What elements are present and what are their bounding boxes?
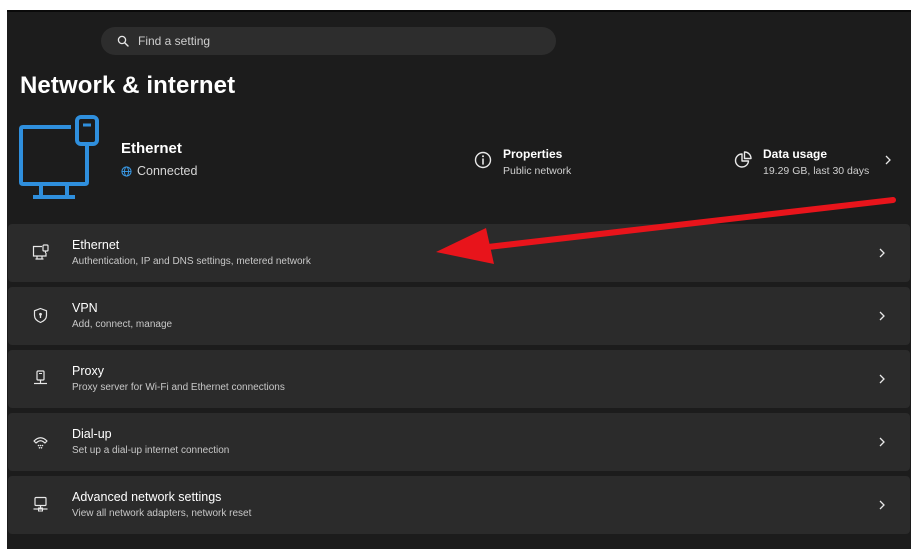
connection-summary: Ethernet Connected Properties Public net… bbox=[7, 110, 911, 210]
connection-name: Ethernet bbox=[121, 140, 182, 157]
chevron-right-icon bbox=[879, 500, 885, 510]
properties-subtitle: Public network bbox=[503, 165, 572, 177]
item-title: VPN bbox=[72, 301, 98, 315]
search-placeholder: Find a setting bbox=[138, 34, 211, 48]
item-subtitle: Set up a dial-up internet connection bbox=[72, 445, 230, 456]
ethernet-monitor-icon bbox=[19, 115, 99, 199]
data-usage-subtitle: 19.29 GB, last 30 days bbox=[763, 165, 870, 177]
settings-item-vpn[interactable]: VPN Add, connect, manage bbox=[8, 287, 910, 345]
search-box[interactable]: Find a setting bbox=[101, 27, 556, 55]
ethernet-icon bbox=[32, 244, 49, 260]
dial-up-icon bbox=[33, 437, 48, 449]
item-subtitle: View all network adapters, network reset bbox=[72, 508, 252, 519]
proxy-icon bbox=[34, 370, 47, 385]
item-title: Dial-up bbox=[72, 427, 112, 441]
chevron-right-icon bbox=[879, 374, 885, 384]
connection-status-text: Connected bbox=[137, 164, 198, 178]
data-usage-link[interactable]: Data usage 19.29 GB, last 30 days bbox=[733, 147, 893, 177]
connection-status: Connected bbox=[121, 164, 197, 178]
item-subtitle: Proxy server for Wi-Fi and Ethernet conn… bbox=[72, 382, 285, 393]
vpn-shield-icon bbox=[33, 307, 48, 324]
properties-title: Properties bbox=[503, 147, 563, 161]
title-strip bbox=[7, 10, 911, 12]
info-icon bbox=[474, 151, 492, 169]
chevron-right-icon bbox=[879, 248, 885, 258]
page-title: Network & internet bbox=[20, 72, 236, 99]
item-subtitle: Authentication, IP and DNS settings, met… bbox=[72, 256, 311, 267]
chevron-right-icon bbox=[879, 437, 885, 447]
globe-icon bbox=[121, 165, 132, 177]
settings-item-proxy[interactable]: Proxy Proxy server for Wi-Fi and Etherne… bbox=[8, 350, 910, 408]
settings-item-dial-up[interactable]: Dial-up Set up a dial-up internet connec… bbox=[8, 413, 910, 471]
data-usage-title: Data usage bbox=[763, 147, 828, 161]
pie-chart-icon bbox=[734, 151, 752, 168]
settings-window: Find a setting Network & internet Ethern… bbox=[7, 10, 911, 549]
item-title: Proxy bbox=[72, 364, 104, 378]
item-subtitle: Add, connect, manage bbox=[72, 319, 173, 330]
settings-item-advanced-network[interactable]: Advanced network settings View all netwo… bbox=[8, 476, 910, 534]
properties-link[interactable]: Properties Public network bbox=[473, 147, 571, 177]
settings-item-ethernet[interactable]: Ethernet Authentication, IP and DNS sett… bbox=[8, 224, 910, 282]
advanced-network-icon bbox=[33, 496, 48, 512]
chevron-right-icon bbox=[885, 155, 892, 165]
item-title: Advanced network settings bbox=[72, 490, 222, 504]
chevron-right-icon bbox=[879, 311, 885, 321]
search-icon bbox=[117, 35, 129, 47]
item-title: Ethernet bbox=[72, 238, 120, 252]
